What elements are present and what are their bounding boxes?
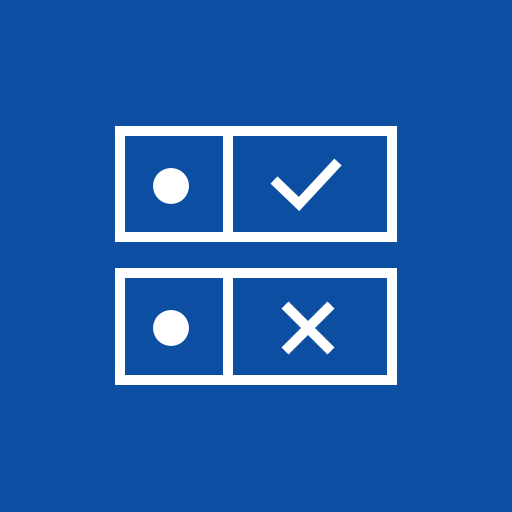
icon-background: [0, 0, 512, 512]
dot-icon: [153, 310, 189, 346]
dot-icon: [153, 168, 189, 204]
icon-canvas: [0, 0, 512, 512]
checklist-app-icon: [0, 0, 512, 512]
